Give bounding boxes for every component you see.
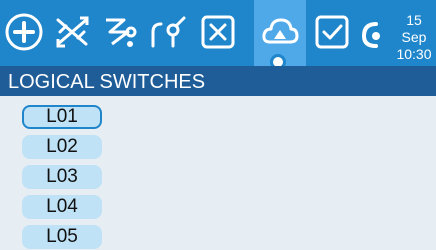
x-box-icon[interactable]	[196, 10, 240, 54]
time-text: 10:30	[396, 46, 432, 62]
switch-icon[interactable]	[146, 10, 190, 54]
check-box-icon[interactable]	[310, 10, 354, 54]
add-icon[interactable]	[2, 10, 46, 54]
curve-icon[interactable]	[98, 10, 142, 54]
logical-switch-item[interactable]: L01	[22, 105, 102, 129]
section-title: LOGICAL SWITCHES	[0, 66, 436, 96]
logical-switch-item[interactable]: L04	[22, 195, 102, 219]
top-toolbar: 15 Sep 10:30	[0, 0, 436, 70]
logical-switch-item[interactable]: L03	[22, 165, 102, 189]
cross-arrows-icon[interactable]	[50, 10, 94, 54]
logical-switch-item[interactable]: L05	[22, 225, 102, 249]
cloud-icon[interactable]	[258, 10, 302, 54]
date-text: 15 Sep	[401, 12, 427, 45]
logical-switch-item[interactable]: L02	[22, 135, 102, 159]
telemetry-icon[interactable]	[350, 10, 390, 54]
date-time: 15 Sep 10:30	[392, 12, 436, 63]
